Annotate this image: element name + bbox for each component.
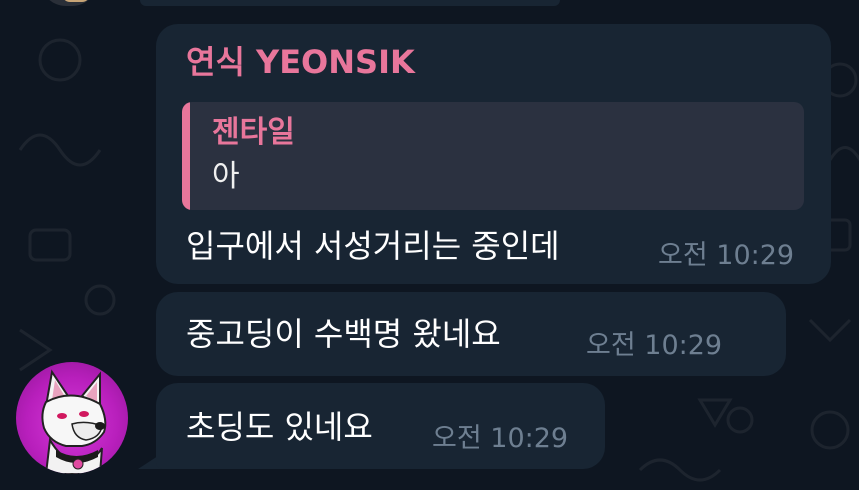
message-time: 오전 10:29 bbox=[658, 240, 795, 271]
message-bubble[interactable]: 초딩도 있네요 오전 10:29 bbox=[156, 383, 605, 469]
message-text: 중고딩이 수백명 왔네요 bbox=[186, 315, 501, 353]
message-time: 오전 10:29 bbox=[586, 330, 723, 361]
sender-name[interactable]: 연식 YEONSIK bbox=[186, 42, 415, 82]
message-bubble[interactable]: 중고딩이 수백명 왔네요 오전 10:29 bbox=[156, 292, 786, 376]
sender-avatar[interactable] bbox=[16, 362, 128, 474]
message-bubble[interactable]: 연식 YEONSIK 젠타일 아 입구에서 서성거리는 중인데 오전 10:29 bbox=[156, 24, 831, 284]
message-text: 초딩도 있네요 bbox=[186, 408, 373, 446]
reply-quote[interactable]: 젠타일 아 bbox=[182, 102, 804, 210]
message-text: 입구에서 서성거리는 중인데 bbox=[186, 227, 560, 265]
previous-sender-avatar[interactable] bbox=[40, 0, 98, 6]
reply-accent-bar bbox=[182, 102, 190, 210]
message-time: 오전 10:29 bbox=[432, 423, 569, 454]
reply-sender-name: 젠타일 bbox=[212, 115, 295, 150]
white-dog-avatar-icon bbox=[41, 369, 107, 474]
previous-message-bubble-edge bbox=[140, 0, 560, 6]
reply-message-text: 아 bbox=[212, 159, 240, 194]
